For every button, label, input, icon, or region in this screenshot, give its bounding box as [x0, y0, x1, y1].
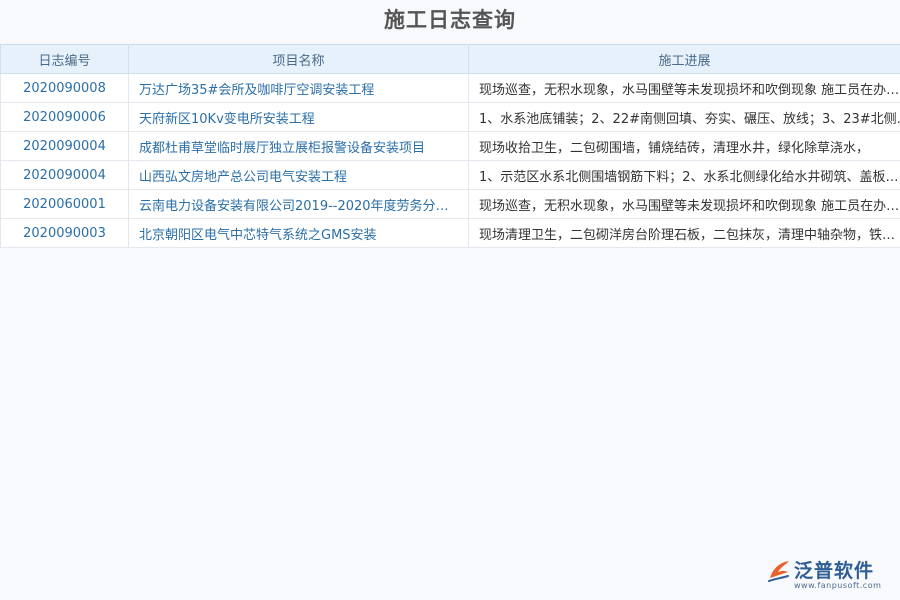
log-no-cell[interactable]: 2020090004: [1, 161, 129, 190]
brand-url: www.fanpusoft.com: [794, 581, 881, 590]
progress-cell: 现场巡查，无积水现象，水马围壁等未发现损坏和吹倒现象 施工员在办…: [469, 74, 900, 103]
progress-cell: 现场收拾卫生，二包砌围墙，铺烧结砖，清理水井，绿化除草浇水，: [469, 132, 900, 161]
project-name-link[interactable]: 北京朝阳区电气中芯特气系统之GMS安装: [129, 219, 469, 248]
progress-cell: 现场巡查，无积水现象，水马围壁等未发现损坏和吹倒现象 施工员在办…: [469, 190, 900, 219]
progress-cell: 1、示范区水系北侧围墙钢筋下料；2、水系北侧绿化给水井砌筑、盖板…: [469, 161, 900, 190]
column-header-project-name[interactable]: 项目名称: [129, 45, 469, 74]
table-row[interactable]: 2020090008 万达广场35#会所及咖啡厅空调安装工程 现场巡查，无积水现…: [1, 74, 900, 103]
table-row[interactable]: 2020090004 成都杜甫草堂临时展厅独立展柜报警设备安装项目 现场收拾卫生…: [1, 132, 900, 161]
column-header-progress[interactable]: 施工进展: [469, 45, 900, 74]
column-header-log-no[interactable]: 日志编号: [1, 45, 129, 74]
log-no-cell[interactable]: 2020090004: [1, 132, 129, 161]
table-row[interactable]: 2020090006 天府新区10Kv变电所安装工程 1、水系池底铺装；2、22…: [1, 103, 900, 132]
project-name-link[interactable]: 天府新区10Kv变电所安装工程: [129, 103, 469, 132]
log-no-cell[interactable]: 2020090003: [1, 219, 129, 248]
page-title: 施工日志查询: [0, 0, 900, 40]
table-row[interactable]: 2020090004 山西弘文房地产总公司电气安装工程 1、示范区水系北侧围墙钢…: [1, 161, 900, 190]
brand-name: 泛普软件: [794, 556, 874, 583]
project-name-link[interactable]: 成都杜甫草堂临时展厅独立展柜报警设备安装项目: [129, 132, 469, 161]
brand-logo: 泛普软件 www.fanpusoft.com: [766, 556, 890, 592]
progress-cell: 1、水系池底铺装；2、22#南侧回填、夯实、碾压、放线；3、23#北侧…: [469, 103, 900, 132]
table-row[interactable]: 2020060001 云南电力设备安装有限公司2019--2020年度劳务分包合…: [1, 190, 900, 219]
log-table: 日志编号 项目名称 施工进展 2020090008 万达广场35#会所及咖啡厅空…: [0, 44, 900, 248]
project-name-link[interactable]: 云南电力设备安装有限公司2019--2020年度劳务分包合格(: [129, 190, 469, 219]
log-no-cell[interactable]: 2020090008: [1, 74, 129, 103]
progress-cell: 现场清理卫生，二包砌洋房台阶理石板，二包抹灰，清理中轴杂物，铁…: [469, 219, 900, 248]
log-no-cell[interactable]: 2020060001: [1, 190, 129, 219]
fanpu-logo-icon: [766, 558, 792, 584]
table-row[interactable]: 2020090003 北京朝阳区电气中芯特气系统之GMS安装 现场清理卫生，二包…: [1, 219, 900, 248]
project-name-link[interactable]: 万达广场35#会所及咖啡厅空调安装工程: [129, 74, 469, 103]
project-name-link[interactable]: 山西弘文房地产总公司电气安装工程: [129, 161, 469, 190]
table-header-row: 日志编号 项目名称 施工进展: [1, 45, 900, 74]
log-no-cell[interactable]: 2020090006: [1, 103, 129, 132]
